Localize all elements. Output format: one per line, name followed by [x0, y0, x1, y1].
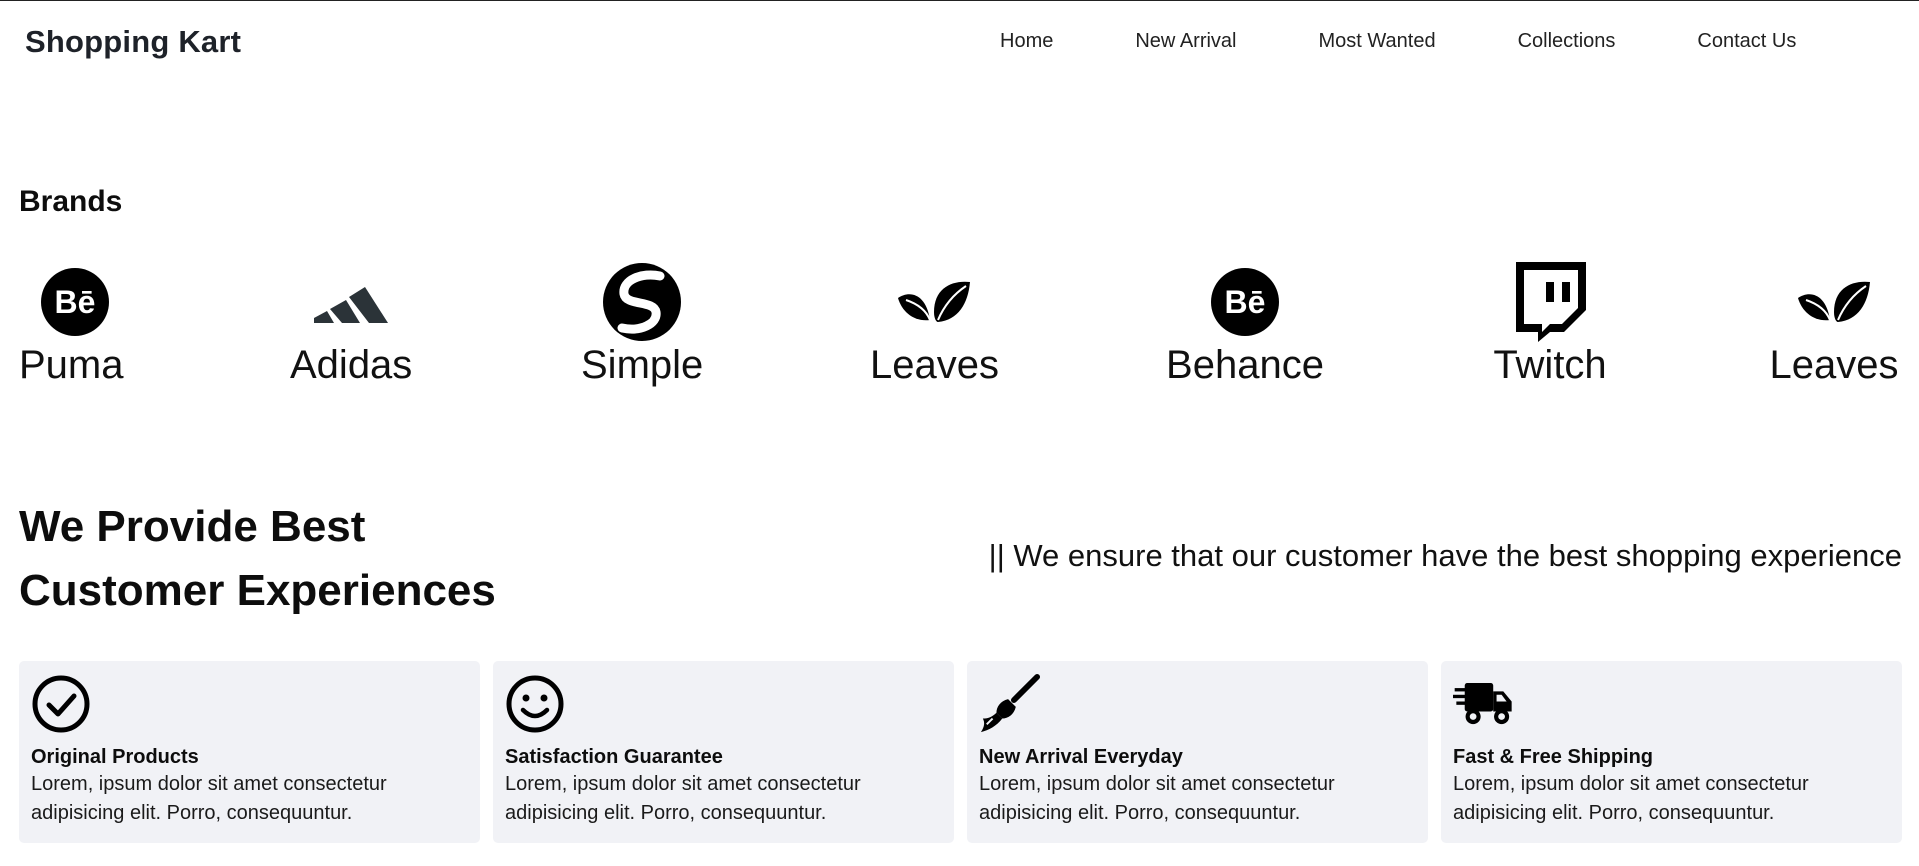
nav-new-arrival[interactable]: New Arrival: [1135, 30, 1236, 53]
brand-name: Leaves: [870, 343, 999, 387]
brands-heading: Brands: [19, 185, 123, 218]
simple-icon: [602, 262, 682, 342]
provide-heading: We Provide Best Customer Experiences: [19, 495, 579, 623]
brand-item-simple[interactable]: Simple: [581, 262, 703, 392]
feature-desc: Lorem, ipsum dolor sit amet consectetur …: [505, 773, 861, 824]
brand-name: Leaves: [1769, 343, 1899, 387]
twitch-icon: [1489, 262, 1611, 342]
check-circle-icon: [31, 673, 93, 735]
brand-name: Adidas: [290, 343, 413, 387]
nav-contact-us[interactable]: Contact Us: [1697, 30, 1796, 53]
smile-icon: [505, 673, 567, 735]
behance-icon: Bē: [1160, 262, 1330, 342]
brand-name: Twitch: [1493, 343, 1607, 387]
svg-text:Bē: Bē: [1225, 284, 1266, 320]
brand-item-behance[interactable]: Bē Behance: [1160, 262, 1330, 392]
feature-card-shipping: Fast & Free Shipping Lorem, ipsum dolor …: [1441, 661, 1902, 843]
brand-item-twitch[interactable]: Twitch: [1489, 262, 1611, 392]
nav-most-wanted[interactable]: Most Wanted: [1319, 30, 1436, 53]
provide-heading-line1: We Provide Best: [19, 502, 366, 551]
feature-title: Satisfaction Guarantee: [505, 746, 723, 768]
main-nav: Home New Arrival Most Wanted Collections…: [1000, 30, 1796, 53]
site-logo[interactable]: Shopping Kart: [25, 24, 241, 60]
provide-heading-line2: Customer Experiences: [19, 566, 496, 615]
leaves-icon: [1769, 262, 1899, 342]
provide-tagline: || We ensure that our customer have the …: [988, 538, 1902, 573]
brand-name: Simple: [581, 343, 704, 387]
feature-desc: Lorem, ipsum dolor sit amet consectetur …: [1453, 773, 1809, 824]
adidas-icon: [311, 262, 391, 342]
feature-desc: Lorem, ipsum dolor sit amet consectetur …: [979, 773, 1335, 824]
feature-card-satisfaction: Satisfaction Guarantee Lorem, ipsum dolo…: [493, 661, 954, 843]
truck-fast-icon: [1453, 673, 1515, 735]
brand-item-leaves[interactable]: Leaves: [1769, 262, 1899, 392]
feature-desc: Lorem, ipsum dolor sit amet consectetur …: [31, 773, 387, 824]
brand-item-adidas[interactable]: Adidas: [290, 262, 412, 392]
brand-name: Puma: [19, 343, 124, 387]
nav-home[interactable]: Home: [1000, 30, 1053, 53]
features-row: Original Products Lorem, ipsum dolor sit…: [19, 661, 1902, 843]
svg-text:Bē: Bē: [55, 284, 96, 320]
top-border: [0, 0, 1919, 1]
feature-title: Fast & Free Shipping: [1453, 746, 1654, 768]
behance-icon: Bē: [19, 262, 131, 342]
feature-card-new-arrival: New Arrival Everyday Lorem, ipsum dolor …: [967, 661, 1428, 843]
feature-title: New Arrival Everyday: [979, 746, 1183, 768]
brand-name: Behance: [1166, 343, 1324, 387]
nav-collections[interactable]: Collections: [1518, 30, 1616, 53]
feature-title: Original Products: [31, 746, 199, 768]
leaves-icon: [894, 262, 974, 342]
brand-item-leaves[interactable]: Leaves: [870, 262, 999, 392]
broom-icon: [979, 673, 1041, 735]
brand-item-puma[interactable]: Bē Puma: [19, 262, 131, 392]
feature-card-original: Original Products Lorem, ipsum dolor sit…: [19, 661, 480, 843]
